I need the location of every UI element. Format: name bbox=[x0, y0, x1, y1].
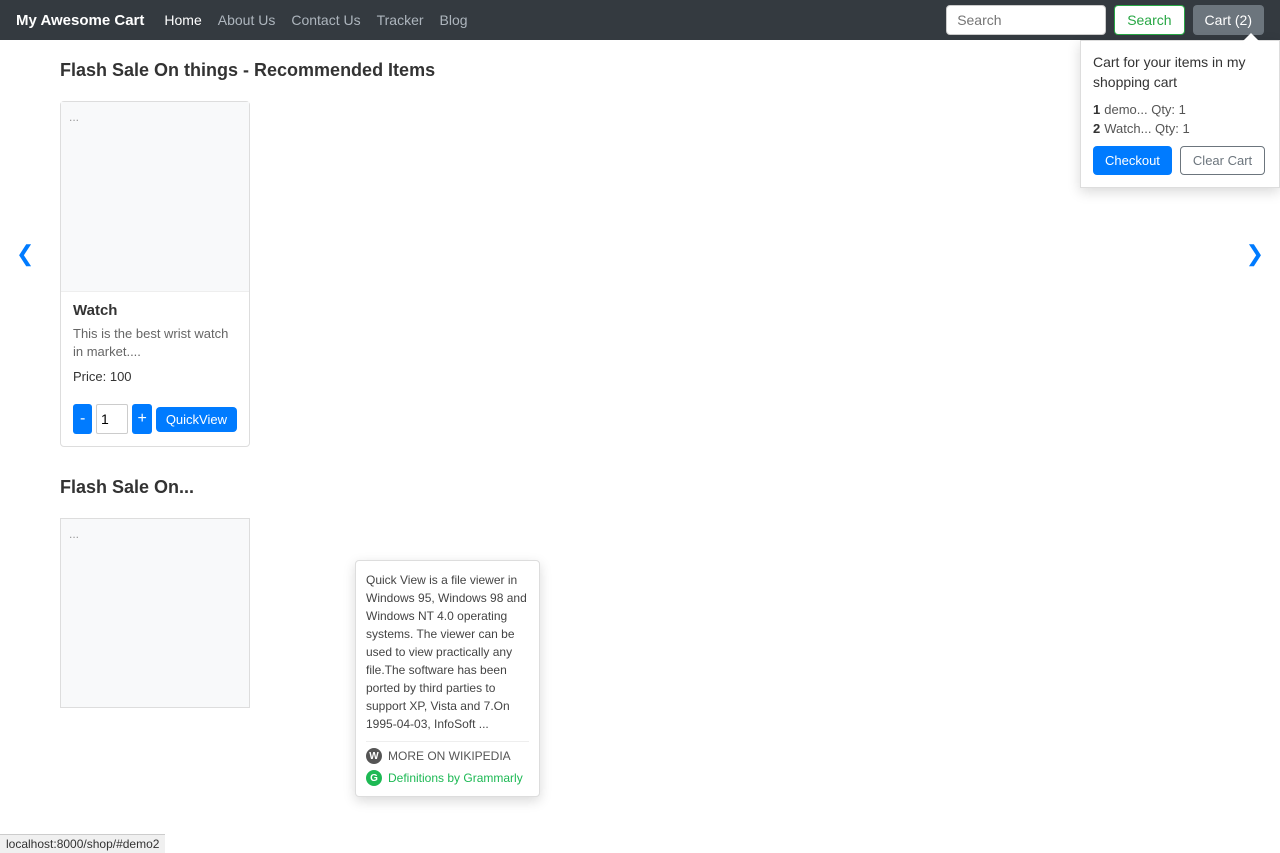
tooltip-grammarly[interactable]: G Definitions by Grammarly bbox=[366, 770, 529, 786]
statusbar-url: localhost:8000/shop/#demo2 bbox=[6, 837, 159, 851]
qty-plus-button[interactable]: + bbox=[132, 404, 151, 434]
section2-image-placeholder: ... bbox=[69, 527, 79, 541]
product-price: Price: 100 bbox=[73, 369, 237, 384]
grammarly-label[interactable]: Definitions by Grammarly bbox=[388, 771, 523, 785]
wikipedia-icon: W bbox=[366, 748, 382, 764]
quickview-button[interactable]: QuickView bbox=[156, 407, 237, 432]
qty-minus-button[interactable]: - bbox=[73, 404, 92, 434]
section2-product-image: ... bbox=[60, 518, 250, 708]
carousel-right-arrow[interactable]: ❯ bbox=[1246, 241, 1264, 267]
nav-about[interactable]: About Us bbox=[218, 12, 276, 28]
nav-tracker[interactable]: Tracker bbox=[377, 12, 424, 28]
tooltip-text: Quick View is a file viewer in Windows 9… bbox=[366, 571, 529, 733]
product-card-watch: ... Watch This is the best wrist watch i… bbox=[60, 101, 250, 447]
section2-title: Flash Sale On... bbox=[60, 477, 1220, 498]
product-image: ... bbox=[69, 110, 79, 124]
checkout-button[interactable]: Checkout bbox=[1093, 146, 1172, 175]
statusbar: localhost:8000/shop/#demo2 bbox=[0, 834, 165, 853]
cart-item-num-1: 1 bbox=[1093, 102, 1100, 117]
product-cards: ... Watch This is the best wrist watch i… bbox=[60, 101, 1220, 447]
wikipedia-label[interactable]: MORE ON WIKIPEDIA bbox=[388, 749, 511, 763]
cart-item-2: 2 Watch... Qty: 1 bbox=[1093, 121, 1267, 136]
product-actions: - + QuickView bbox=[61, 404, 249, 434]
cart-item-1: 1 demo... Qty: 1 bbox=[1093, 102, 1267, 117]
product-image-area: ... bbox=[61, 102, 249, 292]
navbar-right: Search Cart (2) bbox=[946, 5, 1264, 35]
grammarly-icon: G bbox=[366, 770, 382, 786]
carousel-left-arrow[interactable]: ❮ bbox=[16, 241, 34, 267]
cart-item-num-2: 2 bbox=[1093, 121, 1100, 136]
product-body: Watch This is the best wrist watch in ma… bbox=[61, 292, 249, 404]
nav-contact[interactable]: Contact Us bbox=[291, 12, 360, 28]
search-input[interactable] bbox=[946, 5, 1106, 35]
cart-item-text-2: Watch... Qty: 1 bbox=[1104, 121, 1189, 136]
tooltip-wikipedia[interactable]: W MORE ON WIKIPEDIA bbox=[366, 748, 529, 764]
section1-title: Flash Sale On things - Recommended Items bbox=[60, 60, 1220, 81]
cart-items: 1 demo... Qty: 1 2 Watch... Qty: 1 bbox=[1093, 102, 1267, 136]
cart-title: Cart for your items in my shopping cart bbox=[1093, 53, 1267, 92]
cart-dropdown: Cart for your items in my shopping cart … bbox=[1080, 40, 1280, 188]
cart-item-text-1: demo... Qty: 1 bbox=[1104, 102, 1186, 117]
tooltip-separator bbox=[366, 741, 529, 742]
search-button[interactable]: Search bbox=[1114, 5, 1184, 35]
navbar: My Awesome Cart Home About Us Contact Us… bbox=[0, 0, 1280, 40]
nav-home[interactable]: Home bbox=[164, 12, 201, 28]
qty-input[interactable] bbox=[96, 404, 128, 434]
cart-button[interactable]: Cart (2) bbox=[1193, 5, 1264, 35]
product-desc: This is the best wrist watch in market..… bbox=[73, 325, 237, 361]
cart-actions: Checkout Clear Cart bbox=[1093, 146, 1267, 175]
navbar-brand[interactable]: My Awesome Cart bbox=[16, 12, 144, 29]
section2: Flash Sale On... ... bbox=[0, 477, 1280, 708]
tooltip-popup: Quick View is a file viewer in Windows 9… bbox=[355, 560, 540, 797]
product-name: Watch bbox=[73, 302, 237, 319]
clear-cart-button[interactable]: Clear Cart bbox=[1180, 146, 1265, 175]
nav-links: Home About Us Contact Us Tracker Blog bbox=[164, 12, 946, 28]
nav-blog[interactable]: Blog bbox=[440, 12, 468, 28]
